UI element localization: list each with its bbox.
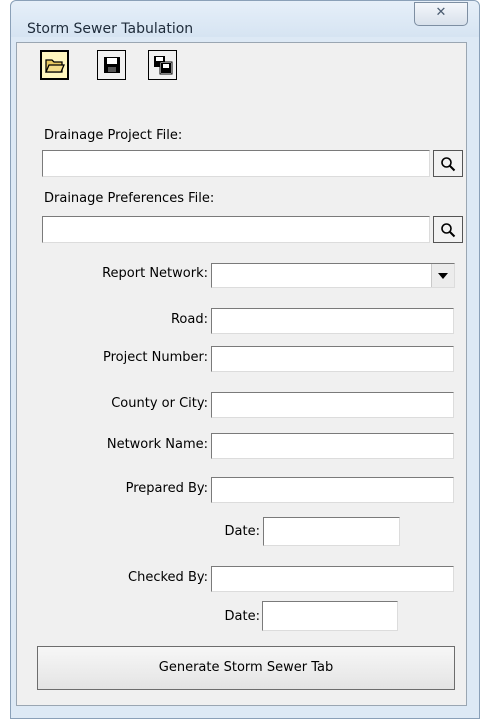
save-as-icon [153,56,172,75]
report-network-select[interactable] [211,263,455,288]
preferences-file-browse-button[interactable] [433,216,463,243]
county-or-city-input[interactable] [211,392,454,418]
road-input[interactable] [211,308,454,334]
network-name-label: Network Name: [106,437,208,452]
preferences-file-input[interactable] [42,216,430,243]
close-button[interactable]: ✕ [414,2,468,26]
project-file-label: Drainage Project File: [44,128,183,143]
report-network-label: Report Network: [102,266,208,281]
prepared-date-input[interactable] [263,517,400,546]
prepared-date-label: Date: [224,524,260,539]
title-bar[interactable]: Storm Sewer Tabulation ✕ [11,1,479,37]
network-name-input[interactable] [211,433,454,459]
report-network-dropdown-button[interactable] [431,264,454,287]
prepared-by-label: Prepared By: [125,481,208,496]
county-or-city-label: County or City: [111,396,208,411]
chevron-down-icon [438,272,448,279]
save-icon [103,57,120,73]
generate-storm-sewer-tab-button[interactable]: Generate Storm Sewer Tab [37,646,455,690]
open-button[interactable] [40,50,69,80]
search-icon [441,156,456,171]
project-number-label: Project Number: [103,350,208,365]
road-label: Road: [170,312,208,327]
project-file-input[interactable] [42,150,430,177]
checked-date-label: Date: [224,609,260,624]
project-file-browse-button[interactable] [433,150,463,177]
search-icon [441,222,456,237]
preferences-file-label: Drainage Preferences File: [44,191,215,206]
save-button[interactable] [97,50,126,80]
checked-by-label: Checked By: [128,570,208,585]
window-title: Storm Sewer Tabulation [27,21,194,37]
close-icon: ✕ [435,5,447,20]
checked-by-input[interactable] [211,566,454,592]
open-folder-icon [44,59,65,73]
project-number-input[interactable] [211,346,454,372]
prepared-by-input[interactable] [211,477,454,503]
checked-date-input[interactable] [262,601,398,631]
save-as-button[interactable] [148,50,177,80]
